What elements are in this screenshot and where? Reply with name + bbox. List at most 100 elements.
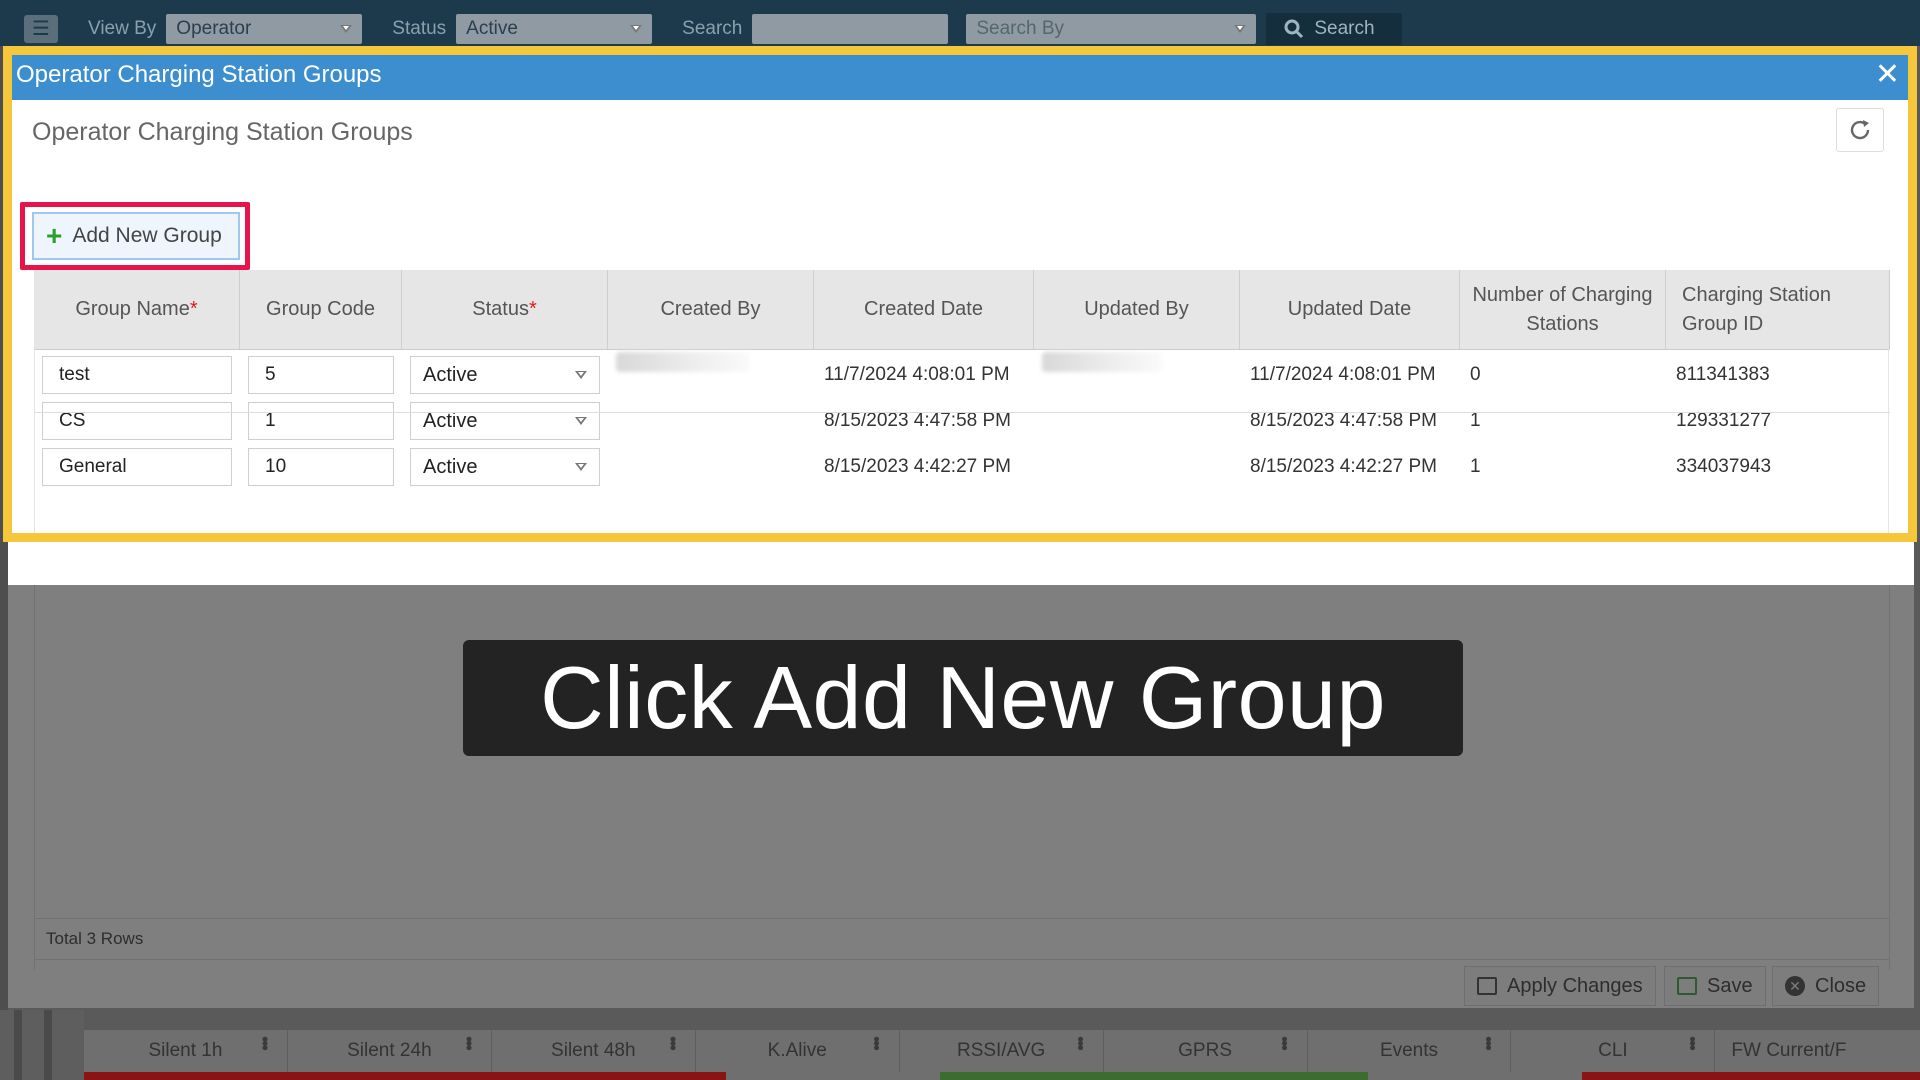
search-icon [1284, 19, 1304, 39]
bottom-col-header[interactable]: CLI ••• [1511, 1030, 1716, 1072]
search-input[interactable] [752, 14, 949, 44]
view-by-select[interactable]: Operator [166, 14, 363, 44]
status-select[interactable]: Active [456, 14, 653, 44]
group-name-input[interactable]: General [42, 448, 232, 486]
created-date-cell: 8/15/2023 4:47:58 PM [824, 410, 1011, 431]
add-button-highlight [20, 202, 250, 270]
instruction-caption: Click Add New Group [463, 640, 1463, 756]
bottom-grid-header: Silent 1h ••• Silent 24h ••• Silent 48h •••… [84, 1030, 1920, 1072]
column-header-status[interactable]: Status * [402, 270, 608, 349]
dialog-title: Operator Charging Station Groups [16, 61, 382, 88]
close-icon[interactable]: ✕ [1875, 58, 1900, 92]
search-button-label: Search [1314, 18, 1375, 39]
status-cell: Active [402, 352, 608, 398]
column-menu-icon[interactable]: ••• [1477, 1036, 1498, 1049]
column-menu-icon[interactable]: ••• [1274, 1036, 1295, 1049]
search-button[interactable]: Search [1266, 13, 1403, 45]
save-button[interactable]: Save [1664, 966, 1766, 1006]
bottom-col-header[interactable]: Silent 1h ••• [84, 1030, 288, 1072]
column-menu-icon[interactable]: ••• [662, 1036, 683, 1049]
group-id-cell: 129331277 [1676, 410, 1772, 431]
group-code-cell: 10 [240, 444, 402, 490]
status-select[interactable]: Active [410, 356, 600, 394]
bottom-col-header[interactable]: K.Alive ••• [696, 1030, 900, 1072]
status-cell: Active [402, 398, 608, 444]
column-menu-icon[interactable]: ••• [1681, 1036, 1702, 1049]
chevron-down-icon [340, 25, 353, 33]
group-name-input[interactable]: test [42, 356, 232, 394]
status-select[interactable]: Active [410, 402, 600, 440]
apply-changes-label: Apply Changes [1507, 974, 1643, 997]
column-menu-icon[interactable]: ••• [254, 1036, 275, 1049]
close-circle-icon: ✕ [1785, 976, 1805, 996]
column-header-created-by[interactable]: Created By [608, 270, 814, 349]
status-cell: Active [402, 444, 608, 490]
close-label: Close [1815, 974, 1867, 997]
column-menu-icon[interactable]: ••• [1070, 1036, 1091, 1049]
search-by-placeholder: Search By [976, 18, 1065, 39]
group-code-input[interactable]: 5 [248, 356, 394, 394]
save-label: Save [1707, 974, 1753, 997]
table-border [34, 270, 35, 542]
menu-icon[interactable]: ☰ [24, 15, 58, 43]
updated-date-cell: 8/15/2023 4:42:27 PM [1250, 456, 1437, 477]
created-by-cell [608, 352, 814, 398]
column-menu-icon[interactable]: ••• [866, 1036, 887, 1049]
updated-by-cell [1034, 444, 1240, 490]
column-header-group-id[interactable]: Charging Station Group ID [1666, 270, 1890, 349]
bottom-col-header[interactable]: FW Current/F [1715, 1030, 1920, 1072]
chevron-down-icon [1234, 25, 1247, 33]
column-header-group-code[interactable]: Group Code [240, 270, 402, 349]
column-menu-icon[interactable]: ••• [458, 1036, 479, 1049]
redacted-value [1042, 352, 1162, 372]
column-header-group-name[interactable]: Group Name * [34, 270, 240, 349]
status-select[interactable]: Active [410, 448, 600, 486]
column-header-updated-by[interactable]: Updated By [1034, 270, 1240, 349]
search-label: Search [682, 18, 743, 39]
refresh-button[interactable] [1836, 108, 1884, 152]
column-header-updated-date[interactable]: Updated Date [1240, 270, 1460, 349]
status-value: Active [466, 18, 518, 39]
column-header-created-date[interactable]: Created Date [814, 270, 1034, 349]
group-name-input[interactable]: CS [42, 402, 232, 440]
close-button[interactable]: ✕ Close [1772, 966, 1880, 1006]
dialog-body: Operator Charging Station Groups + Add N… [8, 100, 1914, 585]
total-rows-label: Total 3 Rows [46, 929, 144, 948]
charging-station-groups-dialog: Operator Charging Station Groups ✕ Opera… [8, 50, 1914, 1008]
bottom-col-header[interactable]: GPRS ••• [1104, 1030, 1308, 1072]
bottom-col-header[interactable]: RSSI/AVG ••• [900, 1030, 1104, 1072]
column-header-number-of-stations[interactable]: Number of Charging Stations [1460, 270, 1666, 349]
bottom-status-bars [84, 1072, 1920, 1080]
dialog-titlebar: Operator Charging Station Groups ✕ [8, 50, 1914, 100]
table-row: CS 1 Active 8/15/2023 4:47:58 PM 8/15/20… [34, 398, 1890, 444]
apply-changes-button[interactable]: Apply Changes [1464, 966, 1656, 1006]
refresh-icon [1850, 120, 1870, 140]
redacted-value [616, 352, 750, 372]
background-column-strip [0, 1010, 84, 1080]
dialog-heading: Operator Charging Station Groups [32, 118, 413, 146]
status-label: Status [392, 18, 447, 39]
group-name-cell: test [34, 352, 240, 398]
bottom-col-header[interactable]: Silent 24h ••• [288, 1030, 492, 1072]
group-code-cell: 1 [240, 398, 402, 444]
search-by-select[interactable]: Search By [966, 14, 1257, 44]
app-toolbar: ☰ View By Operator Status Active Search … [0, 0, 1920, 46]
bottom-col-header[interactable]: Silent 48h ••• [492, 1030, 696, 1072]
group-code-input[interactable]: 10 [248, 448, 394, 486]
group-code-input[interactable]: 1 [248, 402, 394, 440]
groups-table: Group Name * Group Code Status * Created B… [34, 270, 1890, 490]
group-name-cell: General [34, 444, 240, 490]
list-icon [1477, 977, 1497, 995]
bottom-col-header[interactable]: Events ••• [1308, 1030, 1512, 1072]
group-name-cell: CS [34, 398, 240, 444]
table-row: General 10 Active 8/15/2023 4:42:27 PM 8… [34, 444, 1890, 490]
updated-by-cell [1034, 398, 1240, 444]
updated-date-cell: 11/7/2024 4:08:01 PM [1250, 364, 1436, 385]
group-id-cell: 811341383 [1676, 364, 1770, 385]
stations-count-cell: 1 [1470, 456, 1481, 477]
stations-count-cell: 0 [1470, 364, 1481, 385]
view-by-value: Operator [176, 18, 252, 39]
save-icon [1677, 977, 1697, 995]
created-date-cell: 8/15/2023 4:42:27 PM [824, 456, 1011, 477]
chevron-down-icon [630, 25, 643, 33]
